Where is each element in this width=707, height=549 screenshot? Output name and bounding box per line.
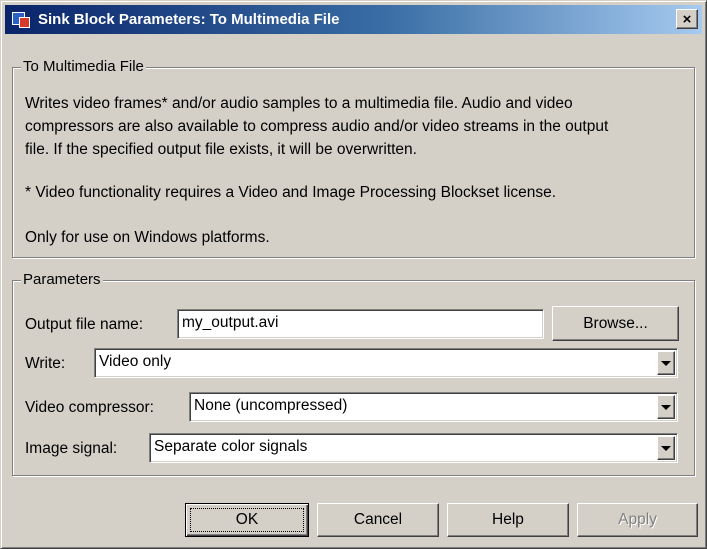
write-label: Write: <box>25 355 66 372</box>
window-title: Sink Block Parameters: To Multimedia Fil… <box>38 11 340 28</box>
chevron-down-icon[interactable] <box>657 436 675 460</box>
simulink-block-icon <box>11 10 31 30</box>
close-icon: × <box>682 10 692 28</box>
output-file-label: Output file name: <box>25 316 144 333</box>
chevron-down-icon[interactable] <box>657 395 675 419</box>
video-compressor-dropdown[interactable]: None (uncompressed) <box>189 392 678 422</box>
close-button[interactable]: × <box>676 9 698 29</box>
description-line-2: compressors are also available to compre… <box>25 118 609 135</box>
dialog-window: Sink Block Parameters: To Multimedia Fil… <box>0 0 707 549</box>
output-file-value: my_output.avi <box>182 314 279 331</box>
output-file-input[interactable]: my_output.avi <box>177 309 544 339</box>
ok-button[interactable]: OK <box>185 503 309 537</box>
image-signal-dropdown[interactable]: Separate color signals <box>149 433 678 463</box>
browse-button[interactable]: Browse... <box>552 306 679 341</box>
description-line-1: Writes video frames* and/or audio sample… <box>25 95 573 112</box>
help-button[interactable]: Help <box>447 503 569 537</box>
parameters-group-label: Parameters <box>21 271 103 289</box>
image-signal-label: Image signal: <box>25 440 118 457</box>
title-bar[interactable]: Sink Block Parameters: To Multimedia Fil… <box>5 5 702 34</box>
write-value: Video only <box>99 353 172 370</box>
video-compressor-label: Video compressor: <box>25 399 154 416</box>
image-signal-value: Separate color signals <box>154 438 308 455</box>
apply-button[interactable]: Apply <box>577 503 698 537</box>
cancel-button[interactable]: Cancel <box>317 503 439 537</box>
platform-note: Only for use on Windows platforms. <box>25 229 270 246</box>
license-note: * Video functionality requires a Video a… <box>25 184 557 201</box>
description-line-3: file. If the specified output file exist… <box>25 141 417 158</box>
video-compressor-value: None (uncompressed) <box>194 397 348 414</box>
chevron-down-icon[interactable] <box>657 351 675 375</box>
description-group-label: To Multimedia File <box>21 58 146 76</box>
write-dropdown[interactable]: Video only <box>94 348 678 378</box>
